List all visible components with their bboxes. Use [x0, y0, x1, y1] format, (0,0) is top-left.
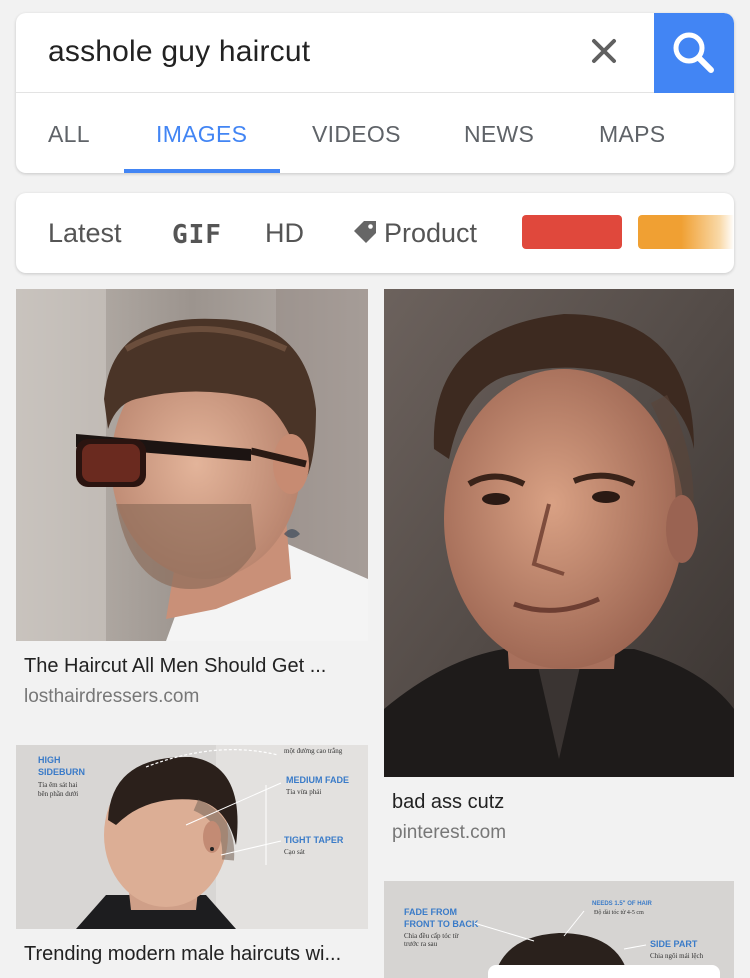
svg-text:một đường cao trắng: một đường cao trắng: [284, 747, 343, 755]
svg-text:Cạo sát: Cạo sát: [284, 848, 305, 856]
svg-text:Chia ngôi mái lệch: Chia ngôi mái lệch: [650, 952, 704, 960]
tab-news[interactable]: NEWS: [464, 121, 534, 148]
result-caption: The Haircut All Men Should Get ...: [24, 655, 327, 677]
result-thumbnail: HIGH SIDEBURN Tỉa êm sát hai bên phần dư…: [16, 745, 368, 929]
result-info-card: [488, 965, 720, 978]
svg-text:FADE FROM: FADE FROM: [404, 907, 457, 917]
tab-all[interactable]: ALL: [48, 121, 90, 148]
tag-icon: [354, 221, 376, 243]
active-tab-indicator: [124, 169, 280, 173]
color-filter-orange[interactable]: [638, 215, 734, 249]
result-source: losthairdressers.com: [24, 686, 200, 707]
result-thumbnail: [384, 289, 734, 777]
clear-button[interactable]: [586, 33, 622, 69]
search-input[interactable]: asshole guy haircut: [48, 35, 310, 69]
image-result-1[interactable]: The Haircut All Men Should Get ... losth…: [16, 289, 368, 729]
result-thumbnail: [16, 289, 368, 641]
result-thumbnail: FADE FROM FRONT TO BACK Chia đều cấp tóc…: [384, 881, 734, 978]
svg-text:Chia đều cấp tóc từ: Chia đều cấp tóc từ: [404, 932, 459, 940]
tab-maps[interactable]: MAPS: [599, 121, 665, 148]
svg-text:Độ dài tóc từ 4-5 cm: Độ dài tóc từ 4-5 cm: [594, 910, 644, 916]
image-result-3[interactable]: HIGH SIDEBURN Tỉa êm sát hai bên phần dư…: [16, 745, 368, 978]
svg-text:Tỉa vừa phải: Tỉa vừa phải: [286, 788, 321, 796]
search-tabs: ALL IMAGES VIDEOS NEWS MAPS: [16, 93, 734, 173]
close-icon: [592, 39, 616, 63]
filter-gif[interactable]: GIF: [172, 220, 222, 250]
result-source: pinterest.com: [392, 822, 507, 843]
filter-product-label: Product: [384, 218, 478, 248]
search-card: asshole guy haircut ALL IMAGES VIDEOS NE…: [16, 13, 734, 173]
filter-latest[interactable]: Latest: [48, 218, 122, 249]
image-result-2[interactable]: bad ass cutz pinterest.com: [384, 289, 734, 849]
filter-product[interactable]: Product: [352, 218, 477, 249]
svg-text:trước ra sau: trước ra sau: [404, 940, 438, 948]
svg-text:NEEDS 1.5" OF HAIR: NEEDS 1.5" OF HAIR: [592, 901, 653, 907]
svg-text:MEDIUM FADE: MEDIUM FADE: [286, 775, 349, 785]
haircut-diagram-image: HIGH SIDEBURN Tỉa êm sát hai bên phần dư…: [16, 745, 368, 929]
svg-text:SIDE PART: SIDE PART: [650, 939, 698, 949]
tab-videos[interactable]: VIDEOS: [312, 121, 401, 148]
tab-images[interactable]: IMAGES: [156, 121, 247, 148]
search-bar: asshole guy haircut: [16, 13, 734, 93]
filter-bar: Latest GIF HD Product: [16, 193, 734, 273]
svg-text:TIGHT TAPER: TIGHT TAPER: [284, 835, 344, 845]
filter-hd[interactable]: HD: [265, 218, 304, 249]
svg-text:Tỉa êm sát hai: Tỉa êm sát hai: [38, 781, 78, 789]
result-caption: bad ass cutz: [392, 791, 505, 813]
result-caption: Trending modern male haircuts wi...: [24, 943, 342, 965]
svg-text:SIDEBURN: SIDEBURN: [38, 767, 85, 777]
search-icon: [673, 32, 714, 73]
haircut-diagram-image-2: FADE FROM FRONT TO BACK Chia đều cấp tóc…: [384, 881, 734, 978]
svg-text:bên phần dưới: bên phần dưới: [38, 790, 78, 798]
image-result-4[interactable]: FADE FROM FRONT TO BACK Chia đều cấp tóc…: [384, 881, 734, 978]
svg-text:HIGH: HIGH: [38, 755, 61, 765]
man-sunglasses-image: [16, 289, 368, 641]
search-button[interactable]: [654, 13, 734, 93]
color-filter-red[interactable]: [522, 215, 622, 249]
man-portrait-image: [384, 289, 734, 777]
svg-text:FRONT TO BACK: FRONT TO BACK: [404, 919, 479, 929]
